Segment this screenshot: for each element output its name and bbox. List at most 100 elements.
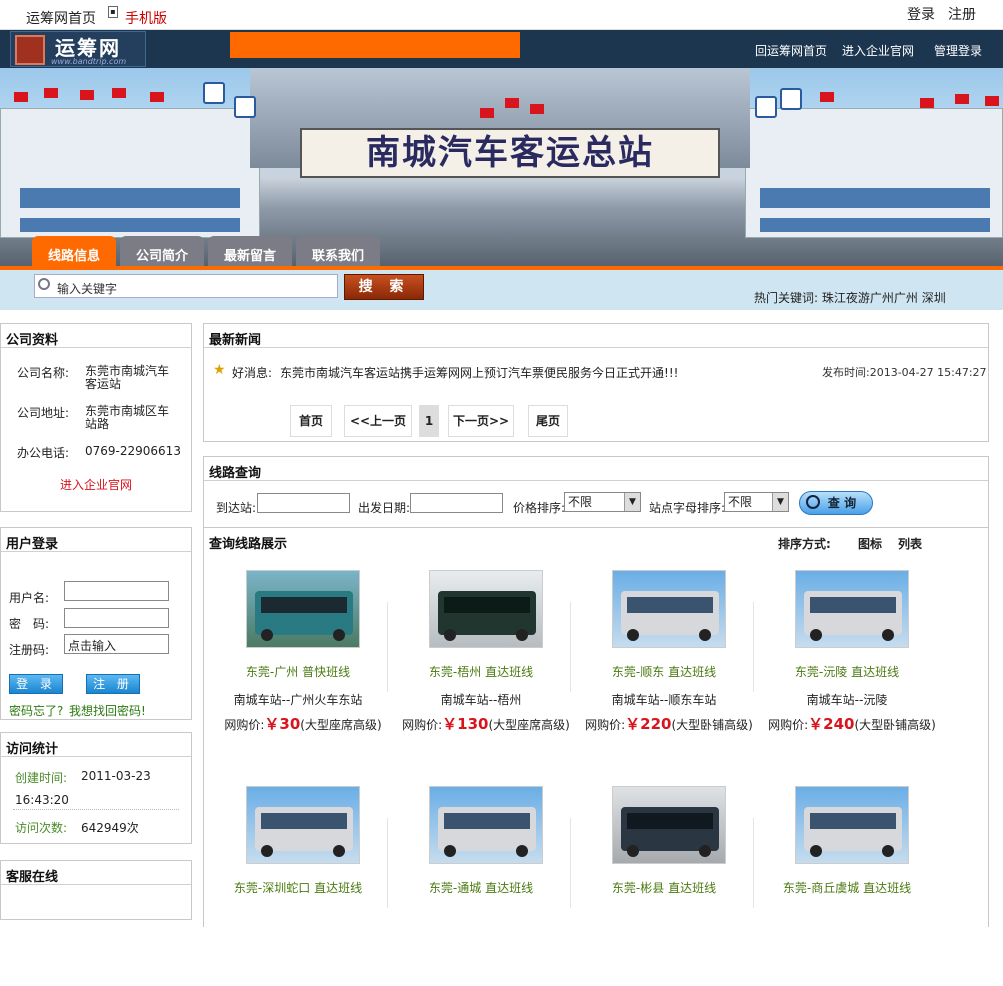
dest-input[interactable] bbox=[257, 493, 350, 513]
pager-current[interactable]: 1 bbox=[419, 405, 439, 437]
route-stations: 南城车站--梧州 bbox=[440, 693, 522, 707]
flag-icon bbox=[985, 96, 999, 106]
route-card[interactable]: 东莞-通城 直达班线 bbox=[396, 786, 566, 986]
letter-sort-label: 站点字母排序: bbox=[649, 501, 726, 515]
chevron-down-icon: ▼ bbox=[772, 493, 788, 511]
route-card[interactable]: 东莞-梧州 直达班线 南城车站--梧州 网购价:￥130(大型座席高级) bbox=[396, 570, 570, 770]
route-name[interactable]: 东莞-深圳蛇口 直达班线 bbox=[213, 879, 383, 896]
login-link[interactable]: 登录 bbox=[907, 4, 935, 24]
bus-image bbox=[612, 786, 726, 864]
news-title: 最新新闻 bbox=[204, 324, 988, 348]
visits-label: 访问次数: bbox=[15, 821, 68, 835]
route-card[interactable]: 东莞-顺东 直达班线 南城车站--顺东车站 网购价:￥220(大型卧铺高级) bbox=[579, 570, 753, 770]
recover-password-link[interactable]: 我想找回密码! bbox=[69, 702, 146, 719]
created-label: 创建时间: bbox=[15, 771, 68, 785]
divider bbox=[387, 818, 388, 908]
seal-icon bbox=[15, 35, 45, 65]
route-card[interactable]: 东莞-深圳蛇口 直达班线 bbox=[213, 786, 383, 986]
top-bar: 运筹网首页 ▪ 手机版 登录 注册 bbox=[0, 0, 1003, 30]
route-name[interactable]: 东莞-沅陵 直达班线 bbox=[762, 663, 932, 680]
station-sign: 南城汽车客运总站 bbox=[300, 128, 720, 178]
route-card[interactable]: 东莞-商丘虞城 直达班线 bbox=[762, 786, 932, 986]
bus-image bbox=[795, 570, 909, 648]
letter-sort-select[interactable]: 不限 ▼ bbox=[724, 492, 789, 512]
company-panel: 公司资料 公司名称: 东莞市南城汽车 客运站 公司地址: 东莞市南城区车 站路 … bbox=[0, 323, 192, 512]
password-input[interactable] bbox=[64, 608, 169, 628]
register-button[interactable]: 注 册 bbox=[86, 674, 140, 694]
company-name-label: 公司名称: bbox=[17, 366, 70, 380]
route-name[interactable]: 东莞-广州 普快班线 bbox=[213, 663, 383, 680]
divider bbox=[13, 809, 179, 810]
login-button[interactable]: 登 录 bbox=[9, 674, 63, 694]
flag-icon bbox=[480, 108, 494, 118]
route-name[interactable]: 东莞-梧州 直达班线 bbox=[396, 663, 566, 680]
clock-icon bbox=[755, 96, 777, 118]
admin-login-link[interactable]: 管理登录 bbox=[934, 42, 982, 59]
route-price: 网购价:￥240(大型卧铺高级) bbox=[768, 715, 936, 733]
tab-routes[interactable]: 线路信息 bbox=[32, 236, 116, 268]
company-addr-2: 站路 bbox=[85, 417, 110, 431]
pager-prev[interactable]: <<上一页 bbox=[344, 405, 412, 437]
star-icon: ★ bbox=[213, 362, 226, 378]
company-name-2: 客运站 bbox=[85, 377, 122, 391]
sort-label: 排序方式: bbox=[778, 537, 831, 551]
login-panel: 用户登录 用户名: 密 码: 注册码: 点击输入 登 录 注 册 密码忘了? 我… bbox=[0, 527, 192, 720]
route-name[interactable]: 东莞-顺东 直达班线 bbox=[579, 663, 749, 680]
flag-icon bbox=[150, 92, 164, 102]
route-display-panel: 查询线路展示 排序方式: 图标 列表 东莞-广州 普快班线 南城车站--广州火车… bbox=[203, 527, 989, 927]
route-query-title: 线路查询 bbox=[204, 457, 988, 481]
left-windows bbox=[20, 188, 240, 208]
route-name[interactable]: 东莞-通城 直达班线 bbox=[396, 879, 566, 896]
register-link[interactable]: 注册 bbox=[948, 4, 976, 24]
date-input[interactable] bbox=[410, 493, 503, 513]
search-input[interactable]: 输入关键字 bbox=[34, 274, 338, 298]
price-sort-select[interactable]: 不限 ▼ bbox=[564, 492, 641, 512]
enterprise-site-link-2[interactable]: 进入企业官网 bbox=[60, 476, 132, 493]
brand-bar: 运筹网 www.bandtrip.com 回运筹网首页 进入企业官网 管理登录 bbox=[0, 30, 1003, 68]
username-label: 用户名: bbox=[9, 591, 50, 605]
company-addr-label: 公司地址: bbox=[17, 406, 70, 420]
route-card[interactable]: 东莞-沅陵 直达班线 南城车站--沅陵 网购价:￥240(大型卧铺高级) bbox=[762, 570, 936, 770]
tab-contact[interactable]: 联系我们 bbox=[296, 236, 380, 268]
route-name[interactable]: 东莞-商丘虞城 直达班线 bbox=[762, 879, 932, 896]
price-sort-value: 不限 bbox=[568, 495, 593, 509]
query-button[interactable]: 查 询 bbox=[799, 491, 873, 515]
mobile-version-link[interactable]: 手机版 bbox=[125, 8, 167, 28]
logo-url: www.bandtrip.com bbox=[51, 57, 127, 66]
list-view-link[interactable]: 列表 bbox=[898, 535, 922, 552]
company-title: 公司资料 bbox=[1, 324, 191, 348]
route-stations: 南城车站--沅陵 bbox=[806, 693, 888, 707]
back-home-link[interactable]: 回运筹网首页 bbox=[755, 42, 827, 59]
pager-last[interactable]: 尾页 bbox=[528, 405, 568, 437]
left-windows-2 bbox=[20, 218, 240, 232]
query-button-label: 查 询 bbox=[827, 496, 857, 510]
tab-messages[interactable]: 最新留言 bbox=[208, 236, 292, 268]
pager-next[interactable]: 下一页>> bbox=[448, 405, 514, 437]
tab-about[interactable]: 公司简介 bbox=[120, 236, 204, 268]
flag-icon bbox=[14, 92, 28, 102]
flag-icon bbox=[955, 94, 969, 104]
news-prefix: 好消息: bbox=[232, 366, 273, 380]
flag-icon bbox=[530, 104, 544, 114]
clock-icon bbox=[780, 88, 802, 110]
site-logo[interactable]: 运筹网 www.bandtrip.com bbox=[10, 31, 146, 67]
code-label: 注册码: bbox=[9, 643, 50, 657]
site-home-link[interactable]: 运筹网首页 bbox=[26, 8, 96, 28]
code-input[interactable]: 点击输入 bbox=[64, 634, 169, 654]
route-card[interactable]: 东莞-广州 普快班线 南城车站--广州火车东站 网购价:￥30(大型座席高级) bbox=[213, 570, 383, 770]
created-time: 16:43:20 bbox=[15, 793, 69, 807]
search-button[interactable]: 搜 索 bbox=[344, 274, 424, 300]
hot-keywords-links[interactable]: 珠江夜游广州广州 深圳 bbox=[822, 291, 946, 305]
divider bbox=[387, 602, 388, 692]
icon-view-link[interactable]: 图标 bbox=[858, 535, 882, 552]
route-card[interactable]: 东莞-彬县 直达班线 bbox=[579, 786, 749, 986]
enterprise-site-link[interactable]: 进入企业官网 bbox=[842, 42, 914, 59]
divider bbox=[570, 818, 571, 908]
username-input[interactable] bbox=[64, 581, 169, 601]
login-title: 用户登录 bbox=[1, 528, 191, 552]
news-item-link[interactable]: 东莞市南城汽车客运站携手运筹网网上预订汽车票便民服务今日正式开通!!! bbox=[280, 364, 678, 381]
bus-image bbox=[795, 786, 909, 864]
pager-first[interactable]: 首页 bbox=[290, 405, 332, 437]
bus-image bbox=[429, 570, 543, 648]
route-name[interactable]: 东莞-彬县 直达班线 bbox=[579, 879, 749, 896]
